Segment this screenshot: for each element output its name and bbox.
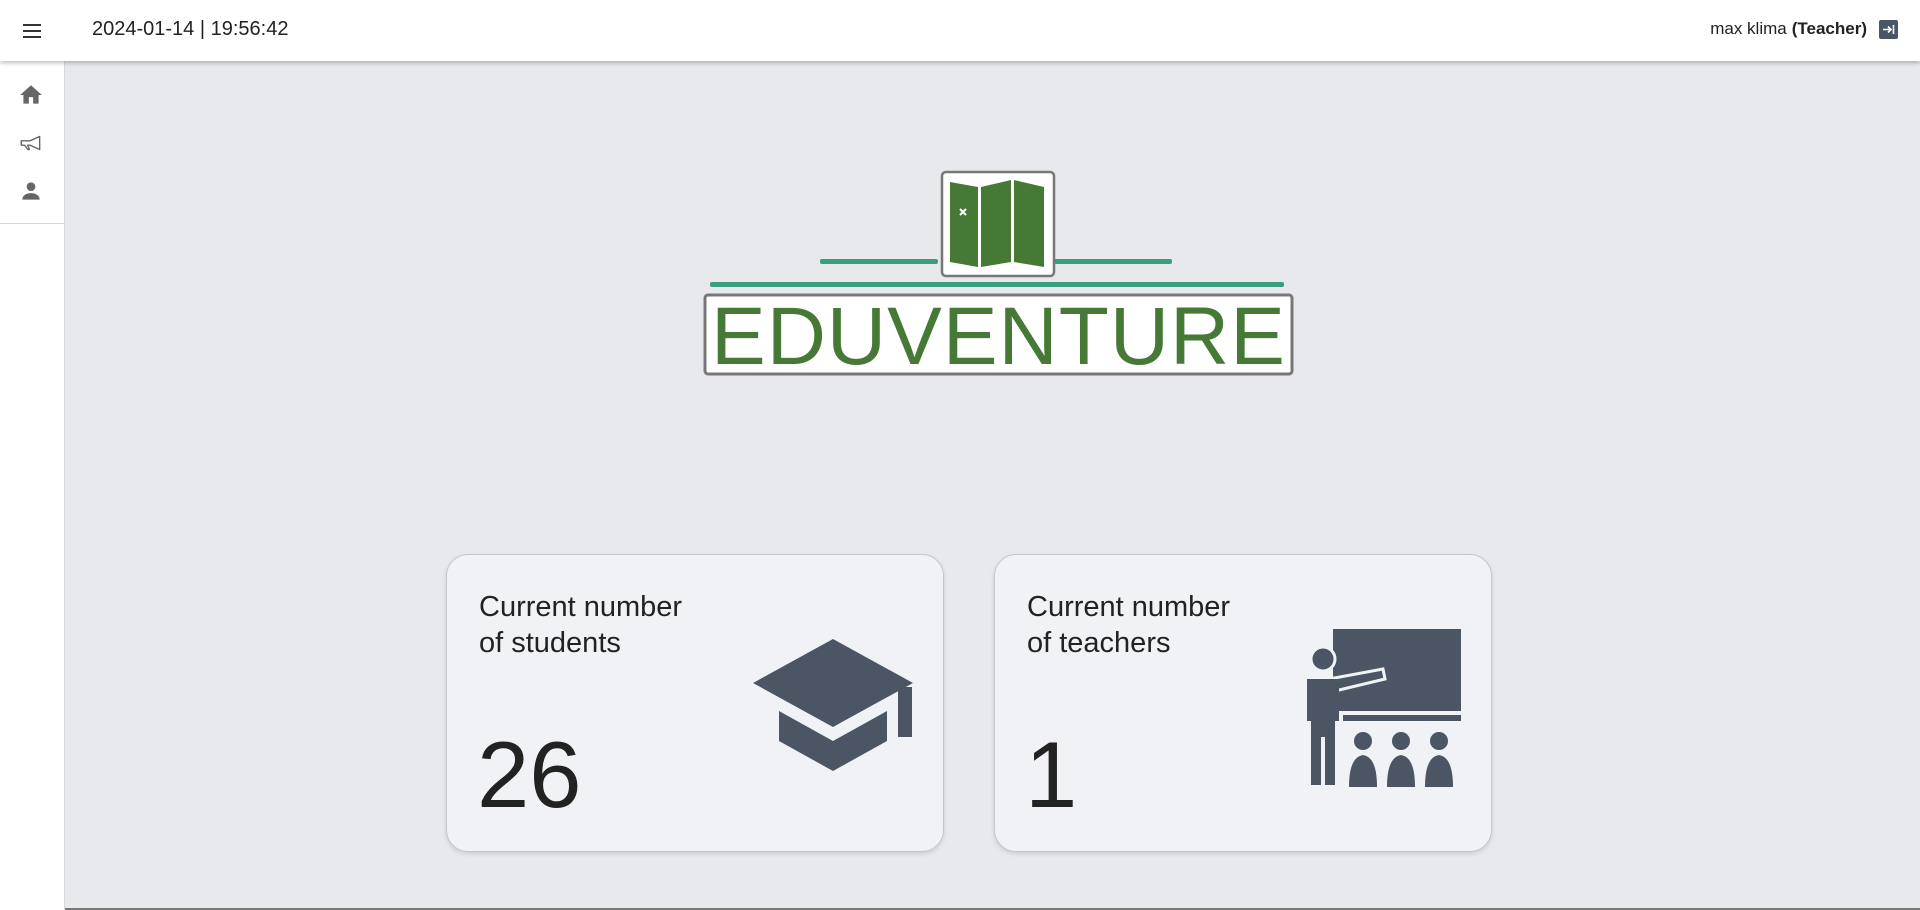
students-card: Current number of students 26 — [446, 554, 944, 852]
menu-icon[interactable] — [20, 18, 46, 44]
logo-text: EDUVENTURE — [711, 291, 1286, 382]
datetime-display: 2024-01-14 | 19:56:42 — [92, 18, 289, 40]
card-title-line: Current number — [479, 591, 683, 623]
card-title-line: Current number — [1027, 591, 1231, 623]
eduventure-logo: EDUVENTURE — [700, 168, 1300, 383]
students-count: 26 — [477, 722, 582, 827]
home-icon[interactable] — [18, 82, 44, 108]
card-title-line: of students — [479, 627, 621, 659]
person-icon[interactable] — [18, 178, 44, 204]
user-name: max klima — [1710, 19, 1787, 38]
teacher-blackboard-icon — [1297, 629, 1467, 794]
megaphone-icon[interactable] — [18, 130, 44, 156]
students-card-title: Current number of students — [479, 589, 719, 661]
user-info: max klima (Teacher) — [1710, 19, 1898, 39]
user-role: (Teacher) — [1791, 19, 1867, 38]
teachers-card-title: Current number of teachers — [1027, 589, 1267, 661]
sidebar-divider — [0, 223, 64, 224]
graduation-cap-icon — [751, 637, 915, 778]
card-title-line: of teachers — [1027, 627, 1171, 659]
logout-icon[interactable] — [1879, 19, 1898, 39]
teachers-count: 1 — [1025, 722, 1078, 827]
sidebar — [0, 61, 65, 910]
teachers-card: Current number of teachers 1 — [994, 554, 1492, 852]
top-bar: 2024-01-14 | 19:56:42 max klima (Teacher… — [0, 0, 1920, 61]
